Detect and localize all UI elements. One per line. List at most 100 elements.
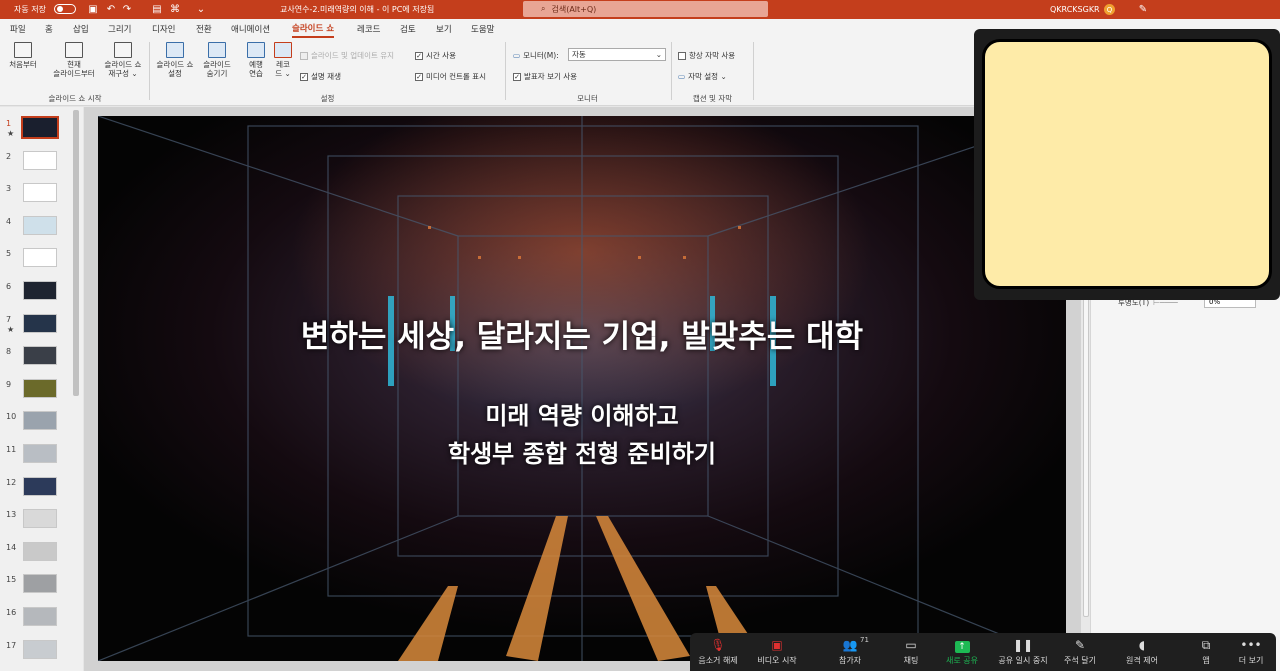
tab-insert[interactable]: 삽입 (73, 19, 89, 38)
slide-thumbnail-6[interactable]: 6 (0, 278, 80, 302)
ribbon-separator (505, 42, 506, 100)
group-label-setup: 설정 (320, 94, 335, 103)
microphone-muted-icon: 🎙 (710, 638, 726, 652)
narration-checkbox[interactable]: ✓ 설명 재생 (300, 71, 341, 82)
tab-animations[interactable]: 애니메이션 (231, 19, 270, 38)
slide-thumbnail-17[interactable]: 17 (0, 637, 80, 661)
slide-thumbnail-12[interactable]: 12 (0, 474, 80, 498)
monitor-select[interactable]: 자동 ⌄ (568, 48, 666, 61)
slide-thumbnail-11[interactable]: 11 (0, 441, 80, 465)
tab-file[interactable]: 파일 (10, 19, 26, 38)
slide-number: 1 (6, 119, 12, 128)
redo-icon[interactable]: ↷ (120, 0, 134, 19)
search-input[interactable]: ⌕ 검색(Alt+Q) (523, 1, 768, 17)
sticky-note-window[interactable] (974, 29, 1280, 300)
new-share-button[interactable]: ↑ 새로 공유 (942, 638, 982, 666)
slide-thumbnail-5[interactable]: 5 (0, 245, 80, 269)
tab-record[interactable]: 레코드 (357, 19, 380, 38)
slide-number: 10 (6, 412, 17, 422)
remote-control-button[interactable]: ◖ 원격 제어 (1122, 638, 1162, 666)
save-icon[interactable]: ▣ (86, 0, 100, 19)
slide-thumbnail-15[interactable]: 15 (0, 571, 80, 595)
presenter-view-checkbox[interactable]: ✓ 발표자 보기 사용 (513, 71, 577, 82)
user-name: QKRCKSGKR (1050, 5, 1100, 14)
tab-review[interactable]: 검토 (400, 19, 416, 38)
setup-icon (166, 42, 184, 58)
ribbon-separator (671, 42, 672, 100)
slide-subtitle-line-1[interactable]: 미래 역량 이해하고 (98, 396, 1066, 431)
pause-share-button[interactable]: ❚❚ 공유 일시 중지 (994, 638, 1052, 666)
animation-star-icon: ★ (7, 324, 15, 334)
apps-button[interactable]: ⧉ 앱 (1196, 638, 1216, 666)
pen-icon[interactable]: ✎ (1136, 0, 1150, 19)
unmute-button[interactable]: 🎙 음소거 해제 (694, 638, 742, 666)
slide-thumbnail-1[interactable]: 1 ★ (0, 115, 80, 139)
mouse-icon: ◖ (1138, 638, 1146, 652)
from-current-button[interactable]: 현재 슬라이드부터 (53, 42, 95, 78)
chat-button[interactable]: ▭ 채팅 (896, 638, 926, 666)
annotate-button[interactable]: ✎ 주석 달기 (1060, 638, 1100, 666)
tunnel-background-image (98, 116, 1066, 661)
undo-icon[interactable]: ↶ (104, 0, 118, 19)
sticky-note-pad[interactable] (982, 39, 1272, 289)
more-button[interactable]: ••• 더 보기 (1236, 638, 1266, 666)
slide-title[interactable]: 변하는 세상, 달라지는 기업, 발맞추는 대학 (98, 311, 1066, 356)
format-painter-icon[interactable]: ⌘ (168, 0, 182, 19)
ribbon-separator (149, 42, 150, 100)
tab-slideshow[interactable]: 슬라이드 쇼 (292, 19, 335, 38)
use-timings-checkbox[interactable]: ✓ 시간 사용 (415, 50, 456, 61)
search-placeholder: 검색(Alt+Q) (551, 4, 597, 14)
participants-button[interactable]: 👥 71 참가자 (830, 636, 870, 666)
slide-preview-image (23, 346, 57, 366)
slideshow-quick-icon[interactable]: ▤ (150, 0, 164, 19)
slide-thumbnail-16[interactable]: 16 (0, 604, 80, 628)
customize-toolbar-icon[interactable]: ⌄ (194, 0, 208, 19)
thumbnail-scrollbar[interactable] (71, 110, 81, 671)
subtitle-settings-button[interactable]: ▭ 자막 설정 ⌄ (678, 71, 727, 82)
keep-updated-checkbox[interactable]: 슬라이드 및 업데이트 유지 (300, 50, 394, 61)
slide-preview-image (23, 215, 57, 235)
slide-thumbnail-7[interactable]: 7 ★ (0, 311, 80, 335)
hide-slide-button[interactable]: 슬라이드 숨기기 (199, 42, 235, 78)
slide-thumbnail-13[interactable]: 13 (0, 506, 80, 530)
tab-help[interactable]: 도움말 (471, 19, 494, 38)
slide-thumbnail-10[interactable]: 10 (0, 408, 80, 432)
from-beginning-button[interactable]: 처음부터 (5, 42, 41, 69)
tab-draw[interactable]: 그리기 (108, 19, 131, 38)
share-up-icon: ↑ (942, 638, 982, 653)
tab-home[interactable]: 홈 (45, 19, 53, 38)
play-from-start-icon (14, 42, 32, 58)
subtitle-icon: ▭ (678, 72, 686, 81)
tab-view[interactable]: 보기 (436, 19, 452, 38)
setup-slideshow-button[interactable]: 슬라이드 쇼 설정 (154, 42, 196, 78)
slide-thumbnail-2[interactable]: 2 (0, 148, 80, 172)
timer-icon (247, 42, 265, 58)
slide-thumbnail-3[interactable]: 3 (0, 180, 80, 204)
rehearse-timings-button[interactable]: 예행 연습 (244, 42, 268, 78)
scrollbar-thumb[interactable] (73, 110, 79, 396)
monitor-label: ▭ 모니터(M): (513, 51, 559, 60)
tab-design[interactable]: 디자인 (152, 19, 175, 38)
slide-thumbnail-4[interactable]: 4 (0, 213, 80, 237)
slide-number: 6 (6, 282, 12, 291)
slide-number: 17 (6, 640, 17, 650)
slide-thumbnail-8[interactable]: 8 (0, 343, 80, 367)
slide-thumbnail-14[interactable]: 14 (0, 539, 80, 563)
media-controls-checkbox[interactable]: ✓ 미디어 컨트롤 표시 (415, 71, 486, 82)
slide-number: 2 (6, 151, 12, 161)
current-slide[interactable]: 변하는 세상, 달라지는 기업, 발맞추는 대학 미래 역량 이해하고 학생부 … (98, 116, 1066, 661)
more-dots-icon: ••• (1240, 638, 1262, 652)
custom-slideshow-button[interactable]: 슬라이드 쇼 재구성 ⌄ (102, 42, 144, 78)
slide-preview-image (23, 313, 57, 333)
start-video-button[interactable]: ▣ 비디오 시작 (752, 638, 802, 666)
video-off-icon: ▣ (771, 638, 783, 652)
pause-icon: ❚❚ (1012, 638, 1034, 652)
autosave-toggle[interactable] (54, 4, 76, 14)
slide-thumbnail-9[interactable]: 9 (0, 376, 80, 400)
always-subtitles-checkbox[interactable]: 항상 자막 사용 (678, 50, 735, 61)
slide-number: 3 (6, 184, 12, 194)
slide-subtitle-line-2[interactable]: 학생부 종합 전형 준비하기 (98, 434, 1066, 469)
tab-transitions[interactable]: 전환 (196, 19, 212, 38)
record-button[interactable]: 레코 드 ⌄ (272, 42, 294, 78)
user-avatar[interactable]: Q (1104, 4, 1115, 15)
